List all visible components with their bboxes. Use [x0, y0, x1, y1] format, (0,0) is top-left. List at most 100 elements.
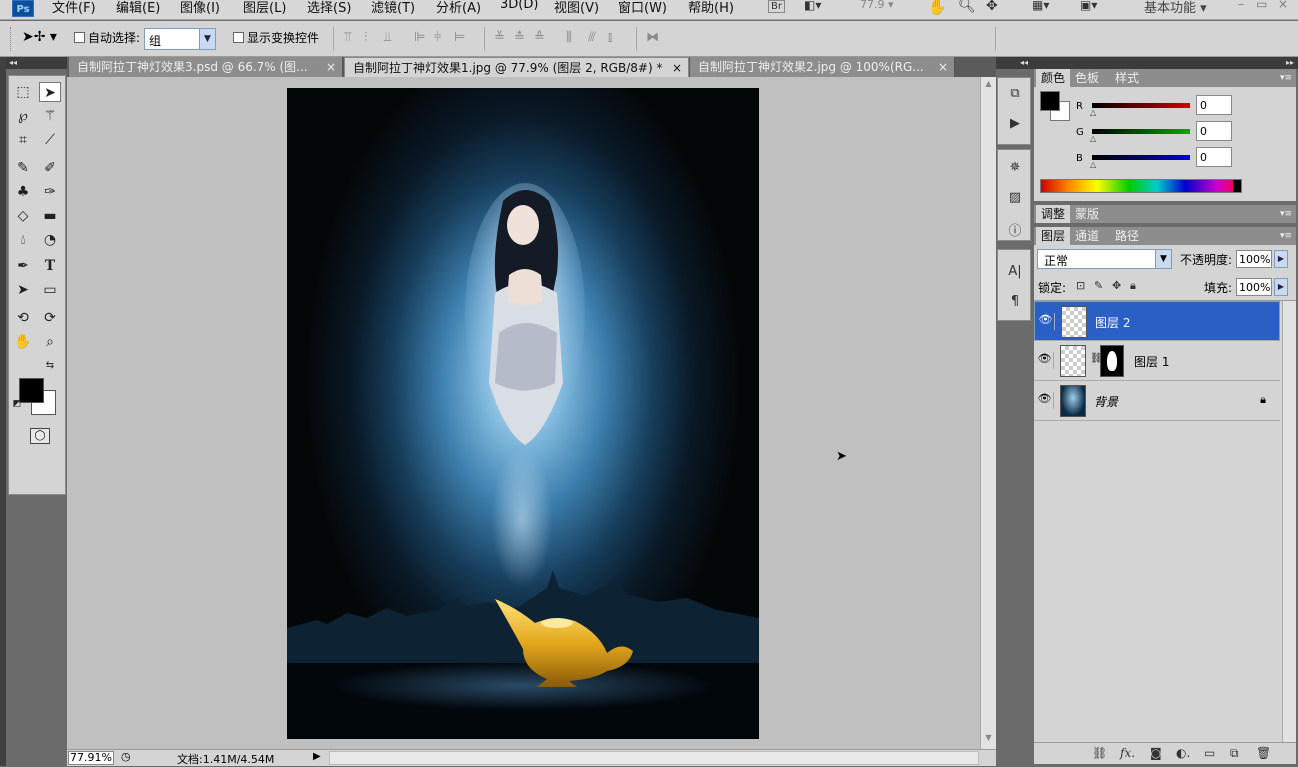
type-icon[interactable]: T — [39, 256, 61, 276]
tab-masks[interactable]: 蒙版 — [1070, 205, 1104, 223]
minimize-button[interactable]: – — [1238, 0, 1244, 11]
slider-thumb-icon[interactable]: △ — [1090, 108, 1096, 117]
healing-brush-icon[interactable]: ✎ — [12, 158, 34, 178]
tab-doc1[interactable]: 自制阿拉丁神灯效果1.jpg @ 77.9% (图层 2, RGB/8#) * … — [344, 57, 689, 77]
swap-colors-icon[interactable]: ⇆ — [39, 356, 61, 376]
brush-icon[interactable]: ✐ — [39, 158, 61, 178]
eyedropper-icon[interactable]: ⟋ — [39, 130, 61, 150]
move-icon[interactable]: ➤ — [39, 82, 61, 102]
info-panel-icon[interactable]: ⓘ — [1005, 220, 1025, 239]
color-spectrum-bar[interactable] — [1040, 179, 1242, 193]
distribute-right-icon[interactable]: ⫾ — [608, 30, 613, 45]
hand-icon[interactable]: ✋ — [12, 332, 34, 352]
history-panel-icon[interactable]: ⧉ — [1005, 86, 1025, 104]
horizontal-scrollbar[interactable] — [329, 751, 979, 765]
lock-position-icon[interactable]: ✥ — [1112, 279, 1121, 292]
eye-icon[interactable]: 👁︎ — [1036, 392, 1054, 409]
zoom-level-field[interactable]: 77.9 ▾ — [860, 0, 894, 11]
menu-view[interactable]: 视图(V) — [554, 0, 599, 16]
channel-b-input[interactable]: 0 — [1196, 147, 1232, 167]
layers-scrollbar[interactable] — [1282, 301, 1296, 746]
distribute-bottom-icon[interactable]: ≙ — [534, 30, 546, 45]
workspace-switcher[interactable]: 基本功能 ▾ — [1144, 0, 1207, 16]
tab-paths[interactable]: 路径 — [1110, 227, 1144, 245]
path-select-icon[interactable]: ➤ — [12, 280, 34, 300]
lasso-icon[interactable]: ℘ — [12, 106, 34, 126]
document-image[interactable] — [287, 88, 759, 739]
show-transform-checkbox[interactable] — [233, 32, 244, 43]
menu-file[interactable]: 文件(F) — [52, 0, 96, 16]
menu-edit[interactable]: 编辑(E) — [116, 0, 160, 16]
lock-transparent-icon[interactable]: ⊡ — [1076, 279, 1085, 292]
navigator-panel-icon[interactable]: ✵ — [1005, 160, 1025, 178]
menu-filter[interactable]: 滤镜(T) — [371, 0, 415, 16]
close-button[interactable]: × — [1278, 0, 1288, 11]
panels-collapse-icon[interactable]: ▸▸ — [1032, 57, 1298, 69]
layer-mask-thumbnail[interactable] — [1100, 345, 1124, 377]
marquee-icon[interactable]: ⬚ — [12, 82, 34, 102]
scroll-up-icon[interactable]: ▲ — [982, 79, 995, 92]
toolbox-collapse-icon[interactable]: ◂◂ — [6, 57, 67, 69]
default-colors-icon[interactable]: ◩ — [11, 394, 23, 414]
tab-channels[interactable]: 通道 — [1070, 227, 1104, 245]
clone-stamp-icon[interactable]: ♣ — [12, 182, 34, 202]
scroll-down-icon[interactable]: ▼ — [982, 733, 995, 746]
dock-collapse-icon[interactable]: ◂◂ — [996, 57, 1032, 69]
opacity-slider-icon[interactable]: ▶ — [1274, 250, 1288, 268]
paragraph-panel-icon[interactable]: ¶ — [1005, 294, 1025, 312]
channel-g-input[interactable]: 0 — [1196, 121, 1232, 141]
panel-menu-icon[interactable]: ▾≡ — [1280, 227, 1292, 245]
channel-r-input[interactable]: 0 — [1196, 95, 1232, 115]
color-fg-swatch[interactable] — [1040, 91, 1060, 111]
distribute-left-icon[interactable]: ⫼ — [566, 30, 573, 45]
crop-icon[interactable]: ⌗ — [12, 130, 34, 150]
menu-3d[interactable]: 3D(D) — [500, 0, 538, 12]
rotate-view-icon[interactable]: ✥ — [986, 0, 998, 14]
layer-row[interactable]: 👁︎ 图层 2 — [1034, 301, 1280, 341]
zoom-tool-icon[interactable]: 🔍︎ — [958, 0, 976, 14]
adjustment-layer-icon[interactable]: ◐. — [1176, 746, 1190, 760]
spectrum-black-end[interactable] — [1233, 180, 1241, 192]
close-icon[interactable]: × — [326, 57, 336, 77]
quick-mask-icon[interactable]: ◯ — [30, 428, 50, 444]
layer-name[interactable]: 图层 1 — [1134, 353, 1169, 370]
screen-mode-icon[interactable]: ◧▾ — [804, 0, 821, 12]
close-icon[interactable]: × — [938, 57, 948, 77]
pen-icon[interactable]: ✒ — [12, 256, 34, 276]
3d-orbit-icon[interactable]: ⟳ — [39, 308, 61, 328]
tab-swatches[interactable]: 色板 — [1070, 69, 1104, 87]
opacity-input[interactable]: 100% — [1236, 250, 1272, 268]
add-mask-icon[interactable]: ◙ — [1150, 746, 1162, 760]
distribute-vcenter-icon[interactable]: ≛ — [514, 30, 526, 45]
align-bottom-icon[interactable]: ⫫ — [384, 30, 392, 45]
distribute-hcenter-icon[interactable]: ⫻ — [588, 30, 597, 45]
status-menu-icon[interactable]: ▶ — [313, 751, 321, 762]
menu-select[interactable]: 选择(S) — [307, 0, 351, 16]
slider-thumb-icon[interactable]: △ — [1090, 134, 1096, 143]
gradient-icon[interactable]: ▬ — [39, 206, 61, 226]
fill-slider-icon[interactable]: ▶ — [1274, 278, 1288, 296]
eye-icon[interactable]: 👁︎ — [1036, 352, 1054, 369]
panel-menu-icon[interactable]: ▾≡ — [1280, 69, 1292, 87]
lock-all-icon[interactable]: 🔒︎ — [1130, 279, 1136, 293]
align-right-icon[interactable]: ⊨ — [454, 30, 466, 45]
link-layers-icon[interactable]: ⛓ — [1092, 746, 1107, 760]
magic-wand-icon[interactable]: ⚚ — [39, 106, 61, 126]
options-grip[interactable] — [10, 27, 13, 51]
blend-mode-dropdown[interactable]: 正常 ▼ — [1037, 249, 1172, 269]
arrange-docs-icon[interactable]: ▦▾ — [1032, 0, 1049, 12]
bridge-button[interactable]: Br — [768, 0, 785, 13]
menu-analysis[interactable]: 分析(A) — [436, 0, 481, 16]
fill-input[interactable]: 100% — [1236, 278, 1272, 296]
history-brush-icon[interactable]: ✑ — [39, 182, 61, 202]
tab-adjustments[interactable]: 调整 — [1036, 205, 1071, 223]
align-hcenter-icon[interactable]: ⫩ — [434, 30, 442, 45]
zoom-icon[interactable]: ⌕ — [39, 332, 61, 352]
status-preview-icon[interactable]: ◷ — [121, 750, 131, 763]
auto-select-checkbox[interactable] — [74, 32, 85, 43]
lock-image-icon[interactable]: ✎ — [1094, 279, 1103, 292]
canvas-area[interactable]: ➤ — [67, 77, 980, 749]
panel-menu-icon[interactable]: ▾≡ — [1280, 205, 1292, 223]
vertical-scrollbar[interactable]: ▲ ▼ — [980, 77, 996, 749]
tab-color[interactable]: 颜色 — [1036, 69, 1071, 87]
